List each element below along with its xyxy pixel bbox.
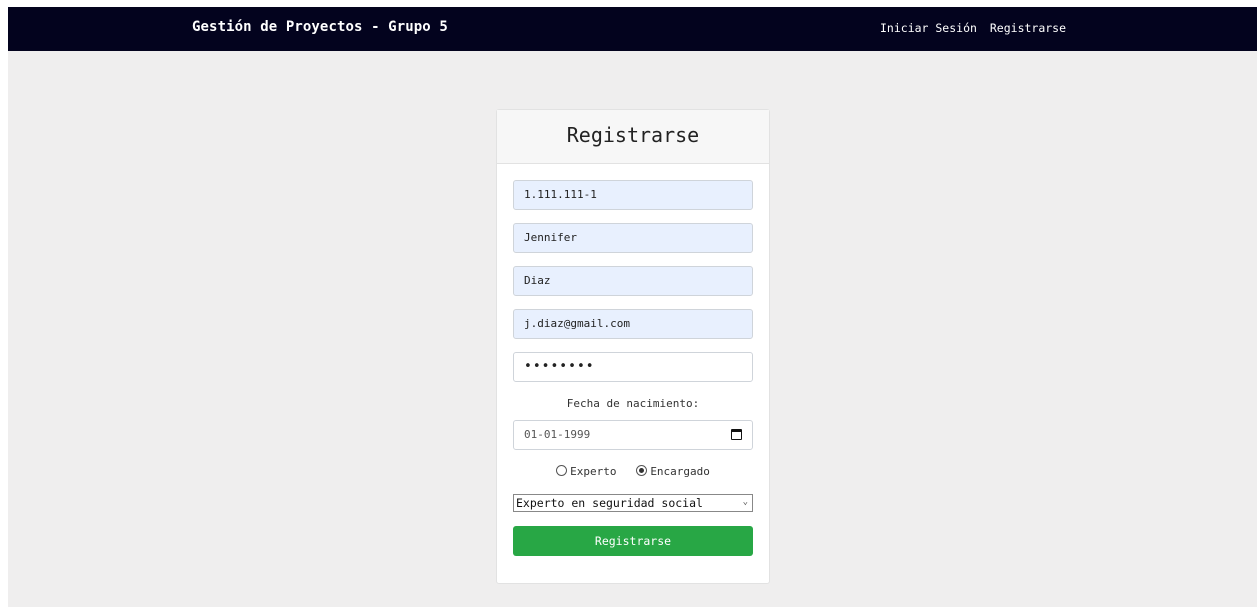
birthdate-label: Fecha de nacimiento: [566, 397, 700, 410]
calendar-icon[interactable] [731, 429, 742, 440]
nav-links: Iniciar Sesión Registrarse [880, 21, 1072, 35]
radio-experto-label: Experto [570, 465, 617, 478]
register-button[interactable]: Registrarse [513, 526, 753, 556]
specialty-selected: Experto en seguridad social [516, 496, 703, 510]
birthdate-input[interactable]: 01-01-1999 [513, 420, 753, 450]
role-radio-group: Experto Encargado [497, 465, 769, 478]
specialty-select[interactable]: Experto en seguridad social ⌄ [513, 494, 753, 512]
radio-experto-circle[interactable] [556, 465, 568, 476]
page-frame: Gestión de Proyectos - Grupo 5 Iniciar S… [8, 7, 1257, 607]
rut-input[interactable]: 1.111.111-1 [513, 180, 753, 210]
radio-experto[interactable]: Experto [556, 465, 616, 478]
nav-link-login[interactable]: Iniciar Sesión [880, 21, 977, 35]
radio-encargado[interactable]: Encargado [636, 465, 710, 478]
password-input[interactable]: •••••••• [513, 352, 753, 382]
email-input[interactable]: j.diaz@gmail.com [513, 309, 753, 339]
radio-encargado-label: Encargado [650, 465, 710, 478]
card-title: Registrarse [497, 110, 769, 164]
register-card: Registrarse 1.111.111-1 Jennifer Diaz j.… [496, 109, 770, 584]
brand-title[interactable]: Gestión de Proyectos - Grupo 5 [192, 19, 448, 35]
navbar: Gestión de Proyectos - Grupo 5 Iniciar S… [8, 7, 1257, 51]
chevron-down-icon: ⌄ [742, 497, 748, 507]
first-name-input[interactable]: Jennifer [513, 223, 753, 253]
birthdate-value: 01-01-1999 [524, 428, 591, 441]
radio-encargado-circle[interactable] [636, 465, 648, 476]
nav-link-register[interactable]: Registrarse [990, 21, 1066, 35]
last-name-input[interactable]: Diaz [513, 266, 753, 296]
